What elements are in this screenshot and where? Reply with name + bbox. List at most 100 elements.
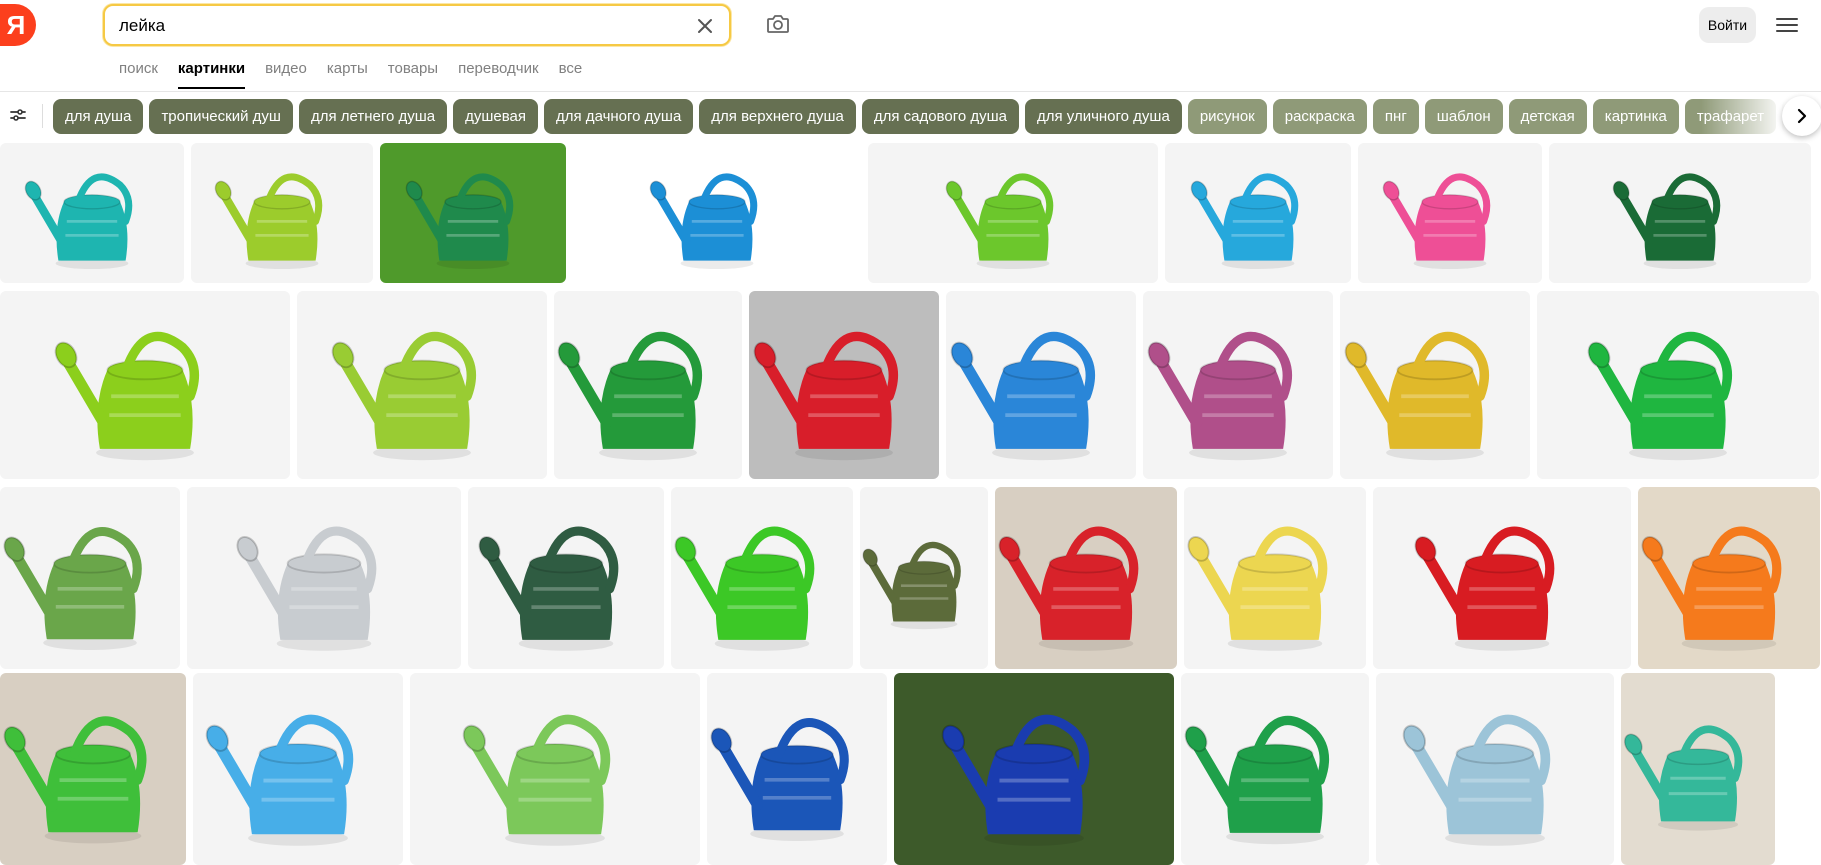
watering-can-icon (54, 331, 200, 461)
suggestion-chip[interactable]: пнг (1372, 99, 1419, 134)
image-result[interactable] (1165, 143, 1351, 283)
tab-3[interactable]: карты (327, 60, 368, 89)
chips-next-button[interactable] (1782, 96, 1821, 136)
image-result[interactable] (946, 291, 1136, 479)
search-input[interactable] (119, 15, 679, 37)
suggestion-chip[interactable]: детская (1508, 99, 1587, 134)
tab-2[interactable]: видео (265, 60, 307, 89)
tab-6[interactable]: все (559, 60, 583, 89)
image-result[interactable] (1184, 487, 1366, 669)
watering-can-icon (236, 526, 377, 651)
image-result[interactable] (1621, 673, 1775, 865)
image-result[interactable] (671, 487, 853, 669)
watering-can-icon (1587, 331, 1733, 461)
watering-can-icon (1641, 526, 1782, 651)
tab-0[interactable]: поиск (119, 60, 158, 89)
watering-can-icon (1382, 173, 1491, 269)
watering-can-icon (941, 714, 1090, 846)
watering-can-icon (649, 173, 758, 269)
suggestion-chip[interactable]: душевая (453, 99, 539, 134)
search-box[interactable] (103, 4, 731, 46)
menu-button[interactable] (1776, 14, 1798, 36)
suggestion-chip[interactable]: для душа (53, 99, 144, 134)
tab-1[interactable]: картинки (177, 60, 246, 89)
suggestion-chip[interactable]: для летнего душа (298, 99, 448, 134)
image-results-grid (0, 143, 1821, 865)
image-result[interactable] (995, 487, 1177, 669)
image-result[interactable] (554, 291, 742, 479)
watering-can-icon (1147, 331, 1293, 461)
watering-can-icon (862, 541, 961, 630)
image-result[interactable] (707, 673, 887, 865)
suggestion-chip[interactable]: для дачного душа (544, 99, 694, 134)
image-result[interactable] (1181, 673, 1369, 865)
image-result[interactable] (187, 487, 461, 669)
watering-can-icon (998, 526, 1139, 651)
suggestion-chip[interactable]: для уличного душа (1024, 99, 1182, 134)
image-result[interactable] (193, 673, 403, 865)
watering-can-icon (214, 173, 323, 269)
tab-5[interactable]: переводчик (458, 60, 538, 89)
image-result[interactable] (860, 487, 988, 669)
image-result[interactable] (468, 487, 664, 669)
image-result[interactable] (749, 291, 939, 479)
watering-can-icon (1344, 331, 1490, 461)
header: Я Войти поиск картинки видео карты товары пер… (0, 0, 1821, 92)
image-result[interactable] (1376, 673, 1614, 865)
login-button[interactable]: Войти (1699, 7, 1756, 43)
clear-search-button[interactable] (693, 14, 717, 38)
suggestion-chip[interactable]: шаблон (1424, 99, 1503, 134)
filters-button[interactable] (2, 96, 34, 134)
tab-4[interactable]: товары (388, 60, 438, 89)
suggestion-chip[interactable]: для верхнего душа (699, 99, 856, 134)
watering-can-icon (24, 173, 133, 269)
watering-can-icon (1190, 173, 1299, 269)
header-divider (0, 91, 1821, 92)
image-result[interactable] (1373, 487, 1631, 669)
image-result[interactable] (380, 143, 566, 283)
image-result[interactable] (1358, 143, 1542, 283)
related-searches-bar: для душа тропический душ для летнего душа д… (0, 96, 1821, 140)
watering-can-icon (462, 714, 611, 846)
image-result[interactable] (1537, 291, 1819, 479)
suggestion-chip[interactable]: раскраска (1272, 99, 1367, 134)
camera-icon (767, 15, 789, 33)
watering-can-icon (478, 526, 619, 651)
suggestion-chip[interactable]: рисунок (1187, 99, 1267, 134)
image-result[interactable] (0, 673, 186, 865)
suggestion-chip[interactable]: для садового душа (861, 99, 1019, 134)
watering-can-icon (1623, 725, 1743, 831)
image-result[interactable] (297, 291, 547, 479)
image-result[interactable] (410, 673, 700, 865)
watering-can-icon (1414, 526, 1555, 651)
image-result[interactable] (1143, 291, 1333, 479)
image-result[interactable] (894, 673, 1174, 865)
image-result[interactable] (868, 143, 1158, 283)
watering-can-icon (710, 718, 849, 841)
image-result[interactable] (573, 143, 861, 283)
image-result[interactable] (1340, 291, 1530, 479)
watering-can-icon (3, 527, 142, 650)
watering-can-icon (950, 331, 1096, 461)
image-result[interactable] (191, 143, 373, 283)
image-result[interactable] (0, 143, 184, 283)
suggestion-chip[interactable]: картинка (1592, 99, 1679, 134)
watering-can-icon (945, 173, 1054, 269)
hamburger-icon-line (1776, 24, 1798, 26)
hamburger-icon-line (1776, 30, 1798, 32)
yandex-logo[interactable]: Я (0, 4, 36, 46)
watering-can-icon (3, 716, 147, 844)
image-result[interactable] (0, 487, 180, 669)
watering-can-icon (1612, 173, 1721, 269)
image-result[interactable] (0, 291, 290, 479)
suggestion-chip[interactable]: тропический душ (149, 99, 293, 134)
watering-can-icon (1402, 714, 1551, 846)
watering-can-icon (331, 331, 477, 461)
chevron-right-icon (1797, 108, 1807, 124)
image-search-button[interactable] (764, 10, 792, 38)
watering-can-icon (1187, 526, 1328, 651)
image-result[interactable] (1638, 487, 1820, 669)
image-result[interactable] (1549, 143, 1811, 283)
chips-separator (42, 104, 43, 128)
watering-can-icon (405, 173, 514, 269)
